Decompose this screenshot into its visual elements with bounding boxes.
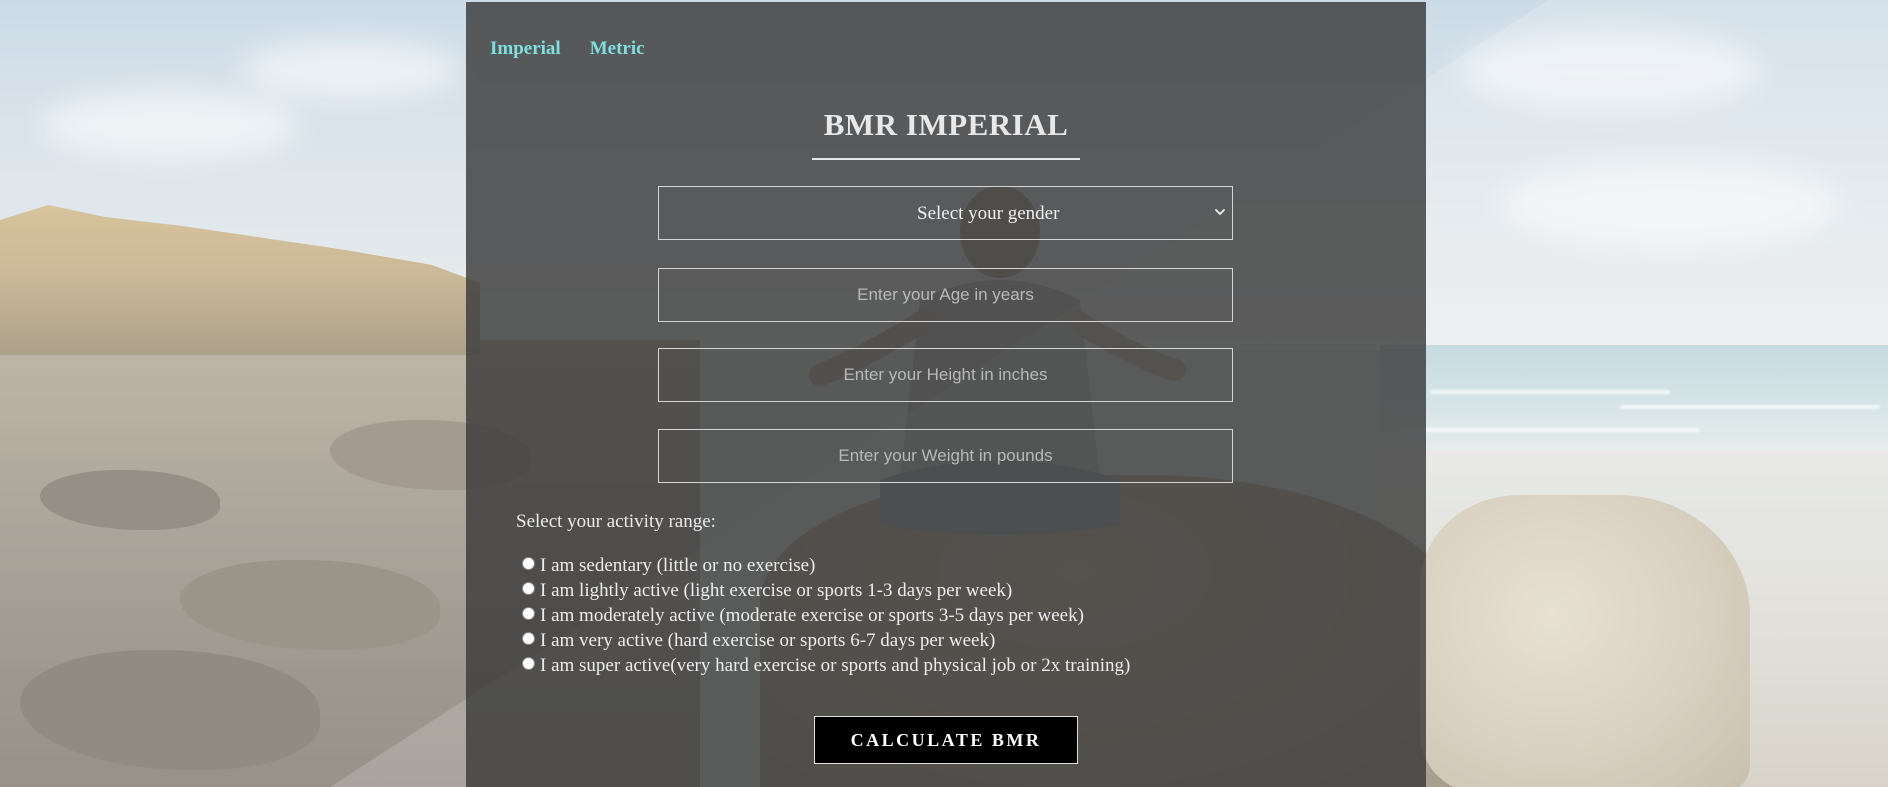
page-title: BMR IMPERIAL bbox=[823, 107, 1069, 142]
chevron-down-icon bbox=[1215, 209, 1225, 215]
activity-option-moderately-active[interactable]: I am moderately active (moderate exercis… bbox=[522, 603, 1130, 628]
gender-select[interactable]: Select your gender bbox=[658, 186, 1233, 240]
activity-option-very-active[interactable]: I am very active (hard exercise or sport… bbox=[522, 628, 1130, 653]
title-underline bbox=[812, 158, 1080, 160]
activity-option-label: I am lightly active (light exercise or s… bbox=[540, 579, 1013, 601]
calculate-bmr-button[interactable]: CALCULATE BMR bbox=[814, 716, 1078, 764]
radio-button[interactable] bbox=[522, 632, 535, 645]
weight-input[interactable] bbox=[658, 429, 1233, 483]
activity-option-sedentary[interactable]: I am sedentary (little or no exercise) bbox=[522, 553, 1130, 578]
height-input[interactable] bbox=[658, 348, 1233, 402]
radio-button[interactable] bbox=[522, 582, 535, 595]
activity-options: I am sedentary (little or no exercise) I… bbox=[522, 553, 1130, 678]
radio-button[interactable] bbox=[522, 557, 535, 570]
age-input[interactable] bbox=[658, 268, 1233, 322]
calculator-panel: Imperial Metric BMR IMPERIAL Select your… bbox=[466, 2, 1426, 787]
activity-option-lightly-active[interactable]: I am lightly active (light exercise or s… bbox=[522, 578, 1130, 603]
gender-select-value: Select your gender bbox=[917, 203, 1060, 224]
activity-option-label: I am sedentary (little or no exercise) bbox=[540, 554, 816, 576]
activity-option-label: I am super active(very hard exercise or … bbox=[540, 654, 1131, 676]
nav-link-imperial[interactable]: Imperial bbox=[490, 38, 561, 60]
activity-label: Select your activity range: bbox=[516, 511, 716, 532]
activity-option-label: I am moderately active (moderate exercis… bbox=[540, 604, 1084, 626]
nav-link-metric[interactable]: Metric bbox=[590, 38, 645, 60]
activity-option-super-active[interactable]: I am super active(very hard exercise or … bbox=[522, 653, 1130, 678]
radio-button[interactable] bbox=[522, 657, 535, 670]
activity-option-label: I am very active (hard exercise or sport… bbox=[540, 629, 996, 651]
radio-button[interactable] bbox=[522, 607, 535, 620]
unit-nav: Imperial Metric bbox=[490, 38, 645, 60]
